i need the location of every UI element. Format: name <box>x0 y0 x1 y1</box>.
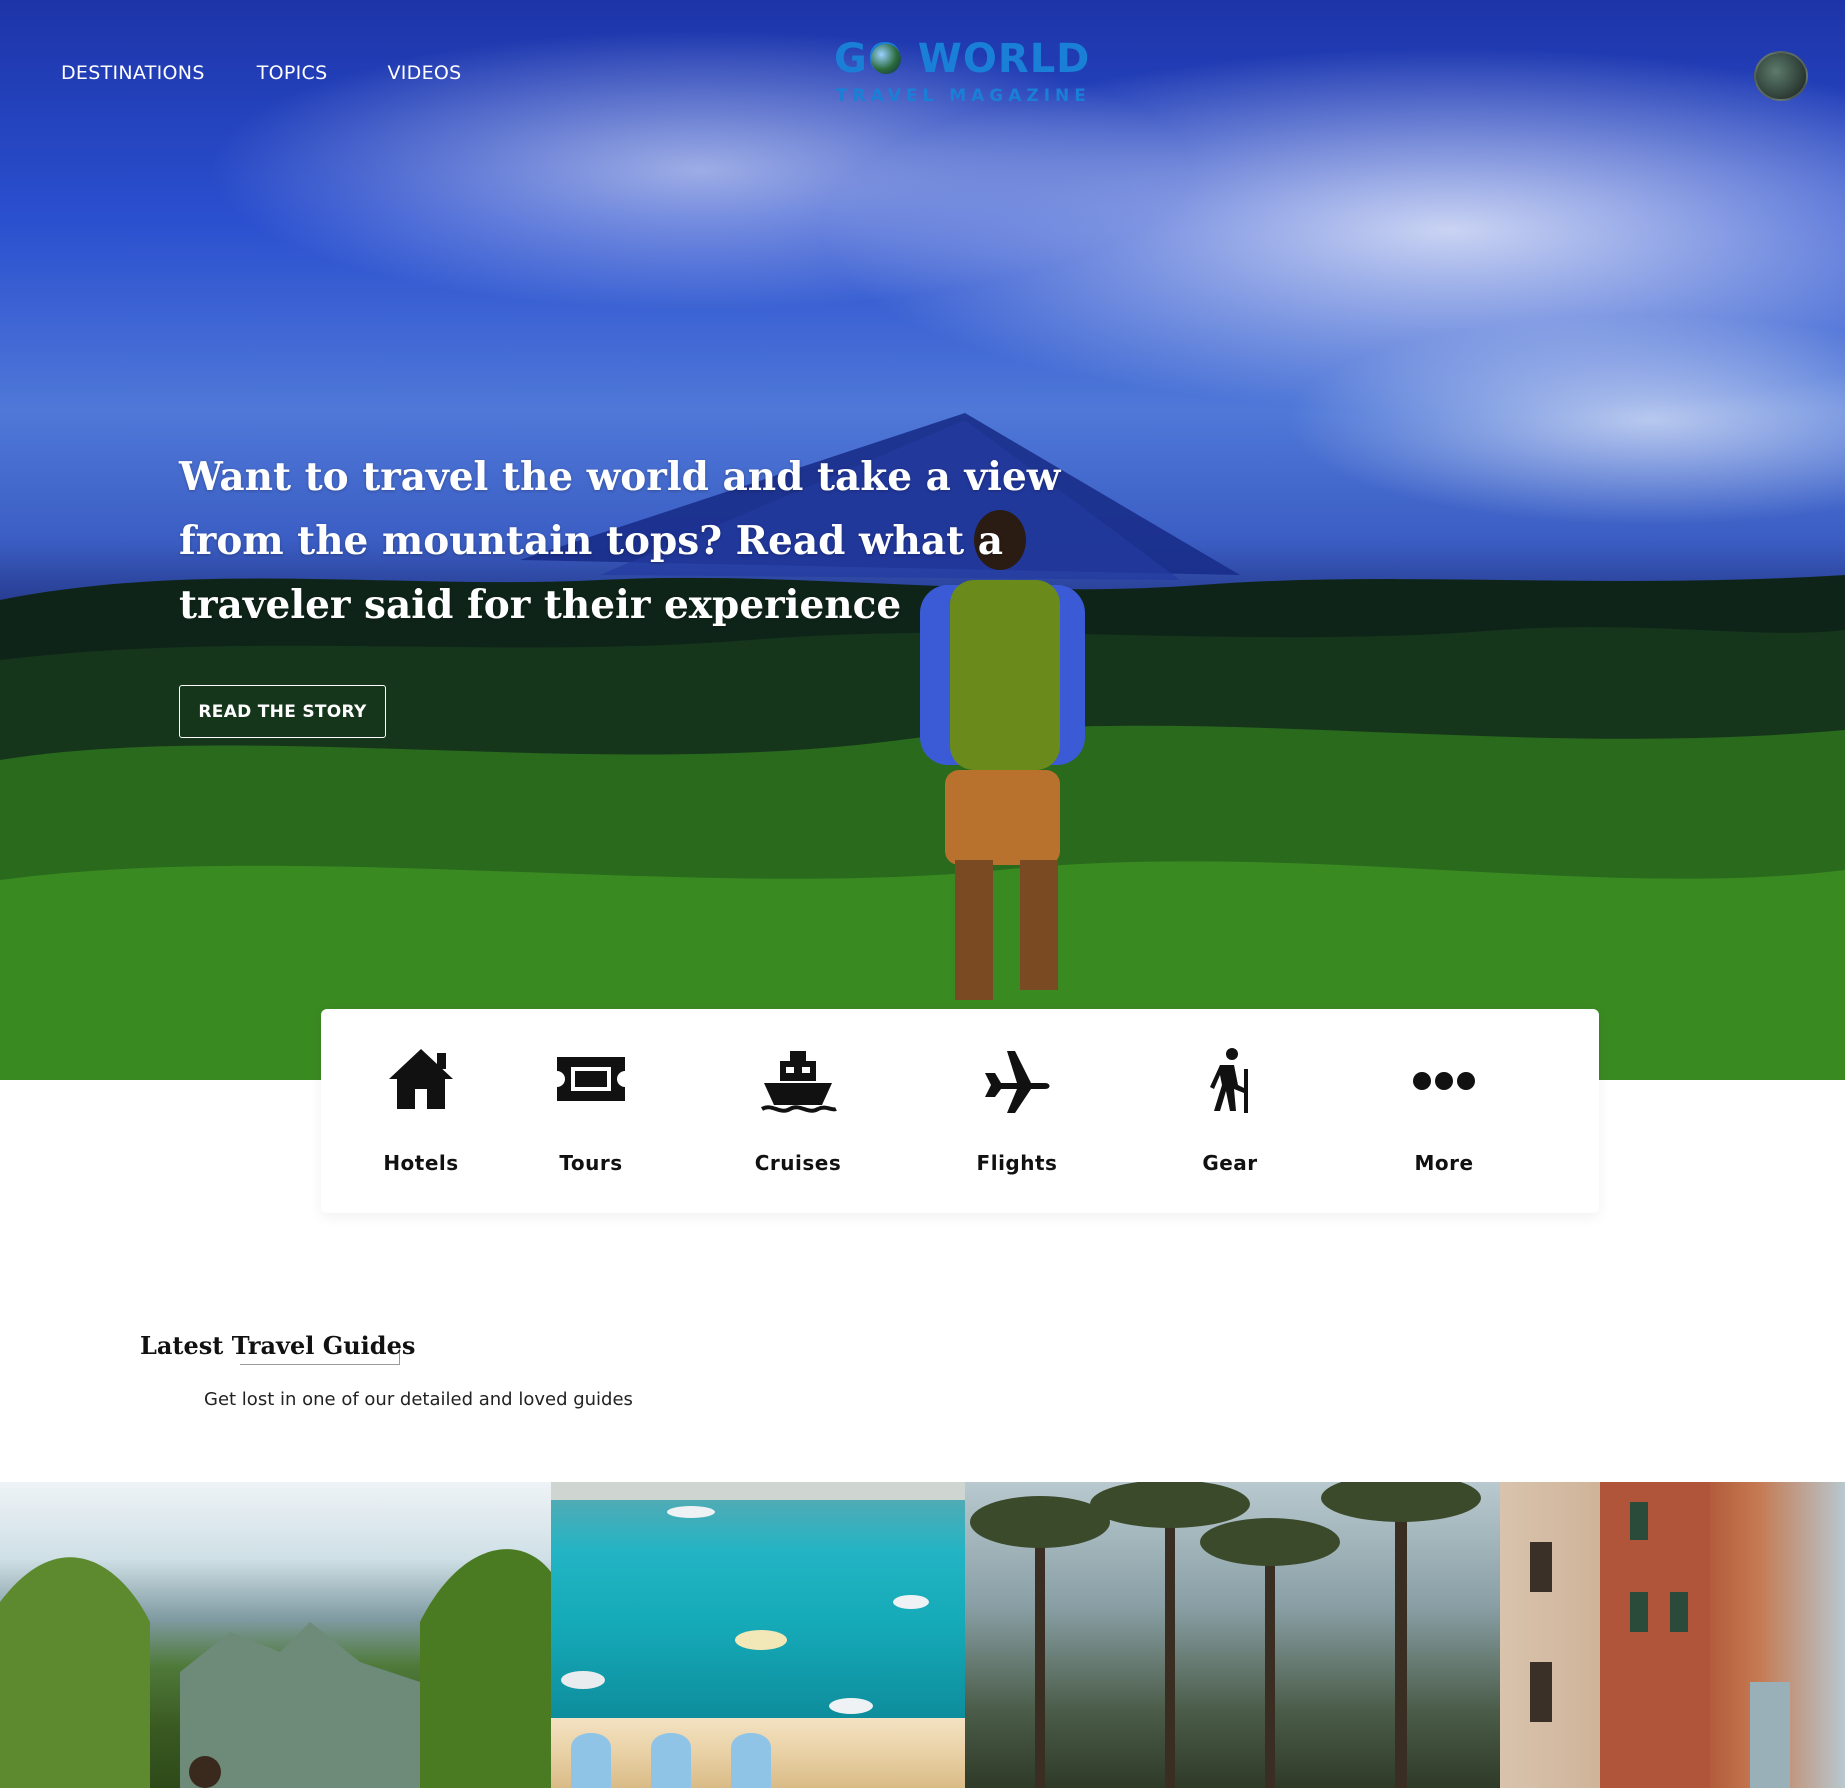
category-label: More <box>1414 1151 1474 1175</box>
main-nav: DESTINATIONS TOPICS VIDEOS <box>61 62 514 84</box>
category-label: Cruises <box>754 1151 842 1175</box>
hero-banner: DESTINATIONS TOPICS VIDEOS GO WORLD TRAV… <box>0 0 1845 1080</box>
globe-icon <box>871 44 901 74</box>
category-label: Tours <box>559 1151 623 1175</box>
guide-image-jungle[interactable] <box>0 1482 551 1788</box>
section-title: Latest Travel Guides <box>140 1331 416 1360</box>
category-hotels[interactable]: Hotels <box>351 1045 491 1175</box>
nav-destinations[interactable]: DESTINATIONS <box>61 62 205 84</box>
user-avatar[interactable] <box>1754 51 1808 101</box>
site-logo[interactable]: GO WORLD TRAVEL MAGAZINE <box>834 36 1094 112</box>
more-dots-icon <box>1413 1072 1475 1090</box>
category-cruises[interactable]: Cruises <box>728 1045 868 1175</box>
plane-icon <box>985 1051 1050 1113</box>
nav-videos[interactable]: VIDEOS <box>387 62 461 84</box>
hiking-icon <box>1210 1048 1248 1113</box>
nav-topics[interactable]: TOPICS <box>257 62 328 84</box>
guide-image-palms[interactable] <box>965 1482 1500 1788</box>
category-label: Flights <box>976 1151 1058 1175</box>
category-more[interactable]: More <box>1374 1045 1514 1175</box>
category-tours[interactable]: Tours <box>521 1045 661 1175</box>
guide-image-harbor[interactable] <box>551 1482 965 1718</box>
section-subtitle: Get lost in one of our detailed and love… <box>204 1389 633 1410</box>
guide-image-ruins[interactable] <box>551 1718 965 1788</box>
ship-icon <box>760 1051 837 1113</box>
guide-image-venice[interactable] <box>1500 1482 1845 1788</box>
category-label: Gear <box>1202 1151 1258 1175</box>
hero-headline: Want to travel the world and take a view… <box>179 454 1061 628</box>
read-story-button[interactable]: READ THE STORY <box>179 685 386 738</box>
logo-subtitle: TRAVEL MAGAZINE <box>836 86 1091 106</box>
home-icon <box>389 1049 453 1109</box>
category-card: Hotels Tours Cruises Flights Gear More <box>321 1009 1599 1213</box>
category-label: Hotels <box>383 1151 459 1175</box>
category-flights[interactable]: Flights <box>947 1045 1087 1175</box>
category-gear[interactable]: Gear <box>1160 1045 1300 1175</box>
ticket-icon <box>557 1057 625 1101</box>
